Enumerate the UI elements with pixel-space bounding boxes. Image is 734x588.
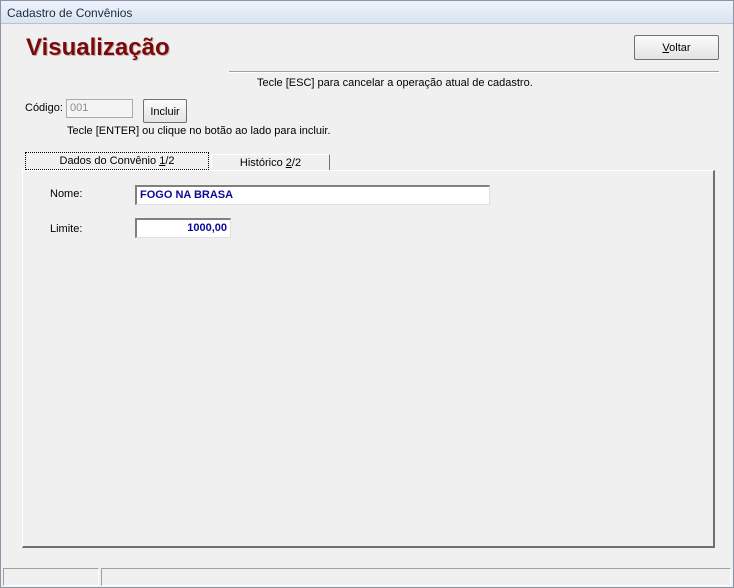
tab-historico-suffix: /2	[291, 157, 302, 169]
nome-field[interactable]: FOGO NA BRASA	[135, 185, 490, 205]
voltar-button[interactable]: Voltar	[634, 35, 719, 60]
status-panel-2	[101, 568, 731, 586]
cadastro-convenios-window: Cadastro de Convênios Visualização Volta…	[0, 0, 734, 588]
status-bar	[1, 567, 733, 587]
limite-field[interactable]: 1000,00	[135, 218, 231, 238]
title-bar[interactable]: Cadastro de Convênios	[1, 1, 733, 24]
tab-dados-suffix: /2	[165, 155, 175, 167]
limite-label: Limite:	[50, 223, 83, 235]
tab-dados-convenio[interactable]: Dados do Convênio 1/2	[25, 152, 209, 170]
tab-historico-label: Histórico	[239, 157, 286, 169]
page-heading: Visualização	[26, 34, 170, 61]
header-separator	[229, 71, 719, 73]
codigo-input[interactable]: 001	[66, 99, 133, 118]
tab-historico[interactable]: Histórico 2/2	[211, 154, 330, 170]
voltar-label-rest: oltar	[669, 42, 691, 54]
nome-label: Nome:	[50, 188, 83, 200]
tab-dados-label: Dados do Convênio	[59, 155, 160, 167]
window-title: Cadastro de Convênios	[7, 6, 133, 20]
enter-hint: Tecle [ENTER] ou clique no botão ao lado…	[67, 125, 331, 137]
incluir-button[interactable]: Incluir	[143, 99, 187, 123]
esc-hint: Tecle [ESC] para cancelar a operação atu…	[257, 77, 533, 89]
codigo-label: Código:	[25, 102, 63, 114]
tab-panel	[22, 170, 715, 548]
status-panel-1	[3, 568, 99, 586]
